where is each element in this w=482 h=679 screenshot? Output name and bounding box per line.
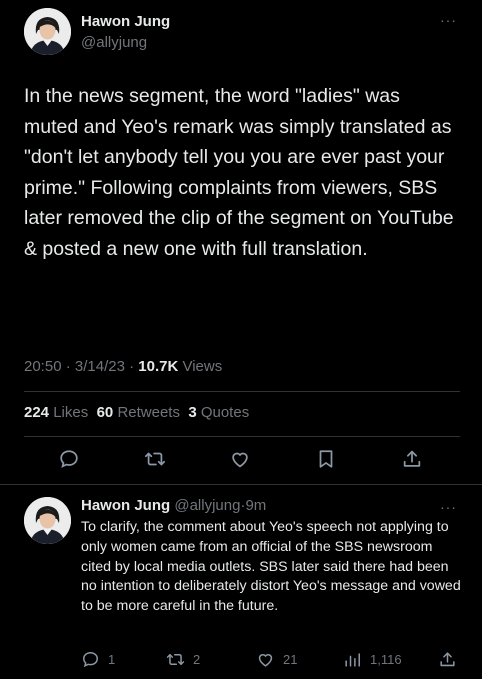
tweet-text: In the news segment, the word "ladies" w… (24, 85, 454, 260)
reply-share-button[interactable] (438, 650, 457, 669)
avatar-image (24, 8, 71, 55)
share-icon (403, 450, 421, 467)
like-icon (258, 654, 273, 667)
reply-author-name[interactable]: Hawon Jung (81, 497, 170, 514)
likes-label: Likes (53, 404, 89, 421)
reply-retweet-count: 2 (193, 652, 201, 667)
retweets-count: 60 (96, 404, 114, 421)
reply-author-handle[interactable]: @allyjung (174, 497, 240, 514)
tweet-stats: 224 Likes 60 Retweets 3 Quotes (24, 404, 249, 421)
reply-like-count: 21 (283, 652, 298, 667)
divider (24, 436, 460, 437)
like-button[interactable] (225, 444, 255, 474)
tweet-time[interactable]: 20:50 (24, 358, 62, 375)
retweet-icon (166, 653, 185, 666)
reply-retweet-button[interactable]: 2 (166, 650, 200, 669)
views-label: Views (182, 358, 223, 375)
retweet-button[interactable] (140, 444, 170, 474)
reply-reply-button[interactable]: 1 (81, 650, 115, 669)
divider (24, 391, 460, 392)
reply-button[interactable] (54, 444, 84, 474)
tweet-meta: 20:50 · 3/14/23 · 10.7K Views (24, 358, 222, 375)
reply-reply-count: 1 (108, 652, 116, 667)
share-button[interactable] (397, 444, 427, 474)
likes-count: 224 (24, 404, 50, 421)
reply-icon (60, 450, 78, 468)
divider (0, 484, 482, 485)
more-options-icon[interactable]: ··· (440, 12, 457, 28)
likes-stat[interactable]: 224 Likes (24, 404, 88, 421)
reply-text: To clarify, the comment about Yeo's spee… (81, 519, 461, 615)
reply-view-count: 1,116 (370, 652, 402, 667)
reply-time[interactable]: 9m (245, 497, 266, 514)
avatar-image (24, 497, 71, 544)
reply-header: Hawon Jung @allyjung·9m (81, 497, 266, 514)
quotes-label: Quotes (200, 404, 250, 421)
meta-separator: · (65, 358, 75, 375)
retweets-stat[interactable]: 60 Retweets (97, 404, 180, 421)
reply-icon (83, 652, 98, 668)
meta-separator: · (129, 358, 139, 375)
reply-avatar[interactable] (24, 497, 71, 544)
reply-views-button[interactable]: 1,116 (343, 650, 402, 669)
retweets-label: Retweets (117, 404, 180, 421)
reply-like-button[interactable]: 21 (256, 650, 297, 669)
quotes-stat[interactable]: 3 Quotes (188, 404, 249, 421)
like-icon (232, 452, 248, 468)
views-count: 10.7K (138, 358, 179, 375)
quotes-count: 3 (188, 404, 197, 421)
bookmark-icon (319, 450, 333, 468)
author-name[interactable]: Hawon Jung (81, 13, 170, 30)
bookmark-button[interactable] (311, 444, 341, 474)
reply-more-options-icon[interactable]: ··· (440, 499, 457, 515)
retweet-icon (144, 452, 166, 466)
share-icon (440, 652, 455, 667)
tweet-date[interactable]: 3/14/23 (75, 358, 125, 375)
author-handle[interactable]: @allyjung (81, 34, 147, 51)
views-icon (345, 653, 360, 667)
avatar[interactable] (24, 8, 71, 55)
